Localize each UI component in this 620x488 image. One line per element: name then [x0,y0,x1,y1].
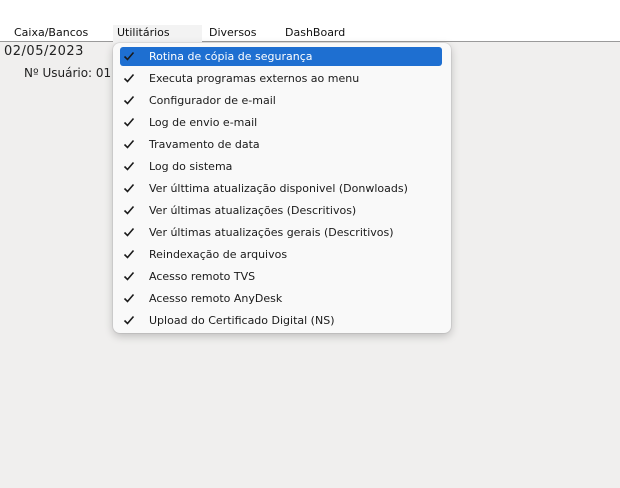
menu-item-label: Acesso remoto TVS [149,270,256,283]
menu-item-label: Executa programas externos ao menu [149,72,360,85]
menu-item-external-programs[interactable]: Executa programas externos ao menu [120,69,442,88]
menu-item-label: Ver últimas atualizações (Descritivos) [149,204,357,217]
menu-item-label: Log de envio e-mail [149,116,258,129]
menu-item-email-configurator[interactable]: Configurador de e-mail [120,91,442,110]
menu-item-date-lock[interactable]: Travamento de data [120,135,442,154]
menu-item-reindex-files[interactable]: Reindexação de arquivos [120,245,442,264]
window-top-strip [0,0,620,22]
menu-item-label: Upload do Certificado Digital (NS) [149,314,335,327]
checkmark-icon [123,73,135,83]
checkmark-icon [123,139,135,149]
utilitarios-dropdown-menu: Rotina de cópia de segurança Executa pro… [113,43,451,333]
menu-item-upload-digital-certificate[interactable]: Upload do Certificado Digital (NS) [120,311,442,330]
menu-item-label: Reindexação de arquivos [149,248,288,261]
menu-item-label: Ver últimas atualizações gerais (Descrit… [149,226,394,239]
checkmark-icon [123,161,135,171]
menu-bar: Caixa/Bancos Utilitários Diversos DashBo… [0,22,620,43]
checkmark-icon [123,271,135,281]
menu-item-label: Travamento de data [149,138,260,151]
menu-dashboard[interactable]: DashBoard [281,25,349,43]
menu-item-system-log[interactable]: Log do sistema [120,157,442,176]
menu-item-latest-updates-descriptions[interactable]: Ver últimas atualizações (Descritivos) [120,201,442,220]
menu-caixa-bancos[interactable]: Caixa/Bancos [10,25,92,43]
menu-item-latest-update-downloads[interactable]: Ver últtima atualização disponivel (Donw… [120,179,442,198]
menu-item-label: Configurador de e-mail [149,94,276,107]
menu-item-label: Rotina de cópia de segurança [149,50,313,63]
checkmark-icon [123,183,135,193]
menu-item-remote-tvs[interactable]: Acesso remoto TVS [120,267,442,286]
checkmark-icon [123,51,135,61]
checkmark-icon [123,117,135,127]
date-display: 02/05/2023 [4,44,84,59]
checkmark-icon [123,205,135,215]
user-number-display: Nº Usuário: 01 [24,66,112,80]
menu-item-backup-routine[interactable]: Rotina de cópia de segurança [120,47,442,66]
menu-item-email-log[interactable]: Log de envio e-mail [120,113,442,132]
checkmark-icon [123,227,135,237]
menu-item-general-updates-descriptions[interactable]: Ver últimas atualizações gerais (Descrit… [120,223,442,242]
checkmark-icon [123,95,135,105]
checkmark-icon [123,249,135,259]
menu-item-label: Log do sistema [149,160,233,173]
menu-item-remote-anydesk[interactable]: Acesso remoto AnyDesk [120,289,442,308]
checkmark-icon [123,293,135,303]
checkmark-icon [123,315,135,325]
menu-diversos[interactable]: Diversos [205,25,261,43]
menu-item-label: Acesso remoto AnyDesk [149,292,283,305]
menu-item-label: Ver últtima atualização disponivel (Donw… [149,182,408,195]
menu-utilitarios[interactable]: Utilitários [113,25,202,43]
